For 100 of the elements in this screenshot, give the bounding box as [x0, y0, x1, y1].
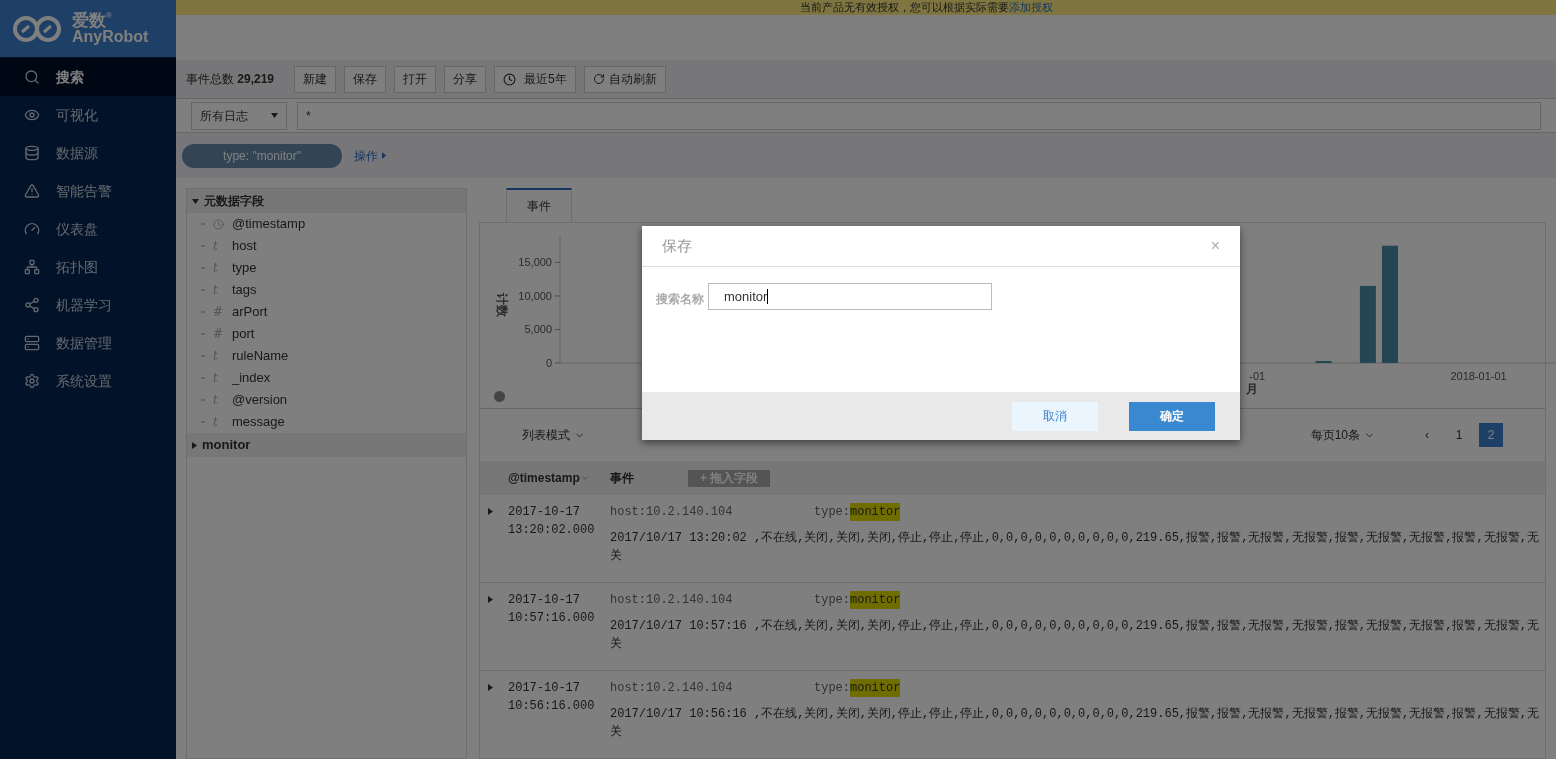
toolbar-button[interactable]: 打开 [394, 65, 437, 93]
clock-icon [213, 218, 224, 230]
field-item[interactable]: host [232, 236, 257, 256]
event-message-continued: 关 [610, 636, 622, 653]
collapse-icon [494, 391, 505, 402]
field-item[interactable]: message [232, 412, 285, 432]
expand-arrow-icon [192, 441, 197, 449]
confirm-button[interactable]: 确定 [1129, 401, 1215, 431]
registered-mark: ® [106, 12, 112, 20]
field-item[interactable]: @version [232, 390, 288, 410]
nav-item[interactable]: 可视化 [0, 96, 176, 134]
event-message-continued: 关 [610, 724, 622, 741]
nav-item[interactable]: 数据管理 [0, 324, 176, 362]
per-page-dropdown[interactable]: 每页10条 [1310, 426, 1375, 444]
nav-item[interactable]: 搜索 [0, 58, 176, 96]
search-name-field[interactable]: monitor [708, 283, 992, 310]
logo-subtitle: AnyRobot [72, 29, 149, 45]
y-tick-label: 5,000 [524, 323, 552, 336]
nav-item[interactable]: 拓扑图 [0, 248, 176, 286]
server-icon [24, 335, 40, 351]
toolbar-button[interactable]: 新建 [294, 65, 337, 93]
dialog-title: 保存 [662, 235, 692, 256]
expand-row-icon [488, 508, 493, 515]
view-mode-dropdown[interactable]: 列表模式 [522, 426, 585, 444]
group-label: 元数据字段 [204, 193, 264, 210]
database-icon [24, 145, 40, 161]
field-item[interactable]: @timestamp [232, 214, 306, 234]
event-message: 2017/10/17 10:57:16 ,不在线,关闭,关闭,关闭,停止,停止,停止,0,0,0,0,0,0,0,0,0,0,219.65,报警,报警,无报警,无报警,报警,无报警,无报警,报警,无报警,无 [610, 618, 1540, 635]
timestamp-date: 2017-10-17 [508, 592, 581, 609]
y-tick-label: 0 [545, 357, 552, 369]
toolbar-button[interactable]: 自动刷新 [583, 65, 666, 93]
collapse-arrow-icon [192, 198, 199, 204]
actions-link[interactable]: 操作 [354, 146, 386, 165]
logo-name: 爱数 [72, 12, 106, 29]
field-item[interactable]: type [232, 258, 257, 278]
column-header[interactable]: @timestamp [508, 469, 602, 487]
eye-icon [24, 107, 40, 123]
page-button[interactable]: 2 [1479, 423, 1503, 447]
event-message: 2017/10/17 13:20:02 ,不在线,关闭,关闭,关闭,停止,停止,停止,0,0,0,0,0,0,0,0,0,0,219.65,报警,报警,无报警,无报警,报警,无报警,无报警,报警,无报警,无 [610, 530, 1540, 547]
expand-row-icon [488, 684, 493, 691]
nav-item[interactable]: 机器学习 [0, 286, 176, 324]
share-icon [24, 297, 40, 313]
tab[interactable]: 事件 [506, 188, 572, 222]
clock-icon [503, 72, 517, 86]
nav-item[interactable]: 智能告警 [0, 172, 176, 210]
expand-row-icon [488, 596, 493, 603]
nav-item[interactable]: 数据源 [0, 134, 176, 172]
field-item[interactable]: _index [232, 368, 271, 388]
caret-icon [382, 152, 386, 159]
x-axis-label: 月 [1246, 382, 1258, 396]
warning-icon [24, 183, 40, 199]
field-item[interactable]: ruleName [232, 346, 289, 366]
timestamp-date: 2017-10-17 [508, 680, 581, 697]
timestamp-time: 13:20:02.000 [508, 522, 596, 539]
refresh-icon [592, 73, 605, 85]
sort-icon [579, 473, 590, 483]
banner-text: 当前产品无有效授权，您可以根据实际需要 [799, 1, 1009, 13]
event-message-continued: 关 [610, 548, 622, 565]
field-item[interactable]: port [232, 324, 255, 344]
host-value: host:10.2.140.104 [610, 504, 734, 521]
host-value: host:10.2.140.104 [610, 680, 734, 697]
sitemap-icon [24, 259, 40, 275]
y-tick-label: 10,000 [518, 289, 552, 302]
field-group[interactable]: monitor [187, 433, 466, 457]
type-key: type: [814, 503, 850, 521]
field-item[interactable]: tags [232, 280, 257, 300]
nav-item[interactable]: 系统设置 [0, 362, 176, 400]
toolbar-button[interactable]: 保存 [344, 65, 387, 93]
toolbar-button[interactable]: 最近5年 [494, 65, 576, 93]
cancel-button[interactable]: 取消 [1012, 401, 1098, 431]
x-tick-label: 2018-01-01 [1450, 370, 1507, 382]
type-highlight: monitor [850, 591, 901, 609]
page-button[interactable]: ‹ [1415, 423, 1439, 447]
timestamp-time: 10:57:16.000 [508, 610, 596, 627]
source-select[interactable]: 所有日志 [191, 101, 287, 130]
field-type-mark: # [213, 304, 224, 321]
close-button[interactable]: × [1210, 234, 1220, 258]
column-header[interactable]: 事件 [610, 469, 680, 487]
timestamp-time: 10:56:16.000 [508, 698, 596, 715]
caret-icon [271, 113, 278, 118]
field-label: 搜索名称 [656, 291, 704, 308]
type-highlight: monitor [850, 503, 901, 521]
gauge-icon [24, 221, 40, 237]
field-type-mark: # [213, 326, 224, 343]
type-key: type: [814, 591, 850, 609]
type-key: type: [814, 679, 850, 697]
event-count: 事件总数 29,219 [186, 71, 275, 88]
settings-icon [24, 373, 40, 389]
add-license-link[interactable]: 添加授权 [1008, 1, 1053, 13]
query-field[interactable]: * [297, 101, 1541, 130]
field-group[interactable]: 元数据字段 [187, 189, 466, 213]
search-icon [24, 69, 40, 85]
filter-chip[interactable]: type: "monitor" [182, 143, 342, 168]
host-value: host:10.2.140.104 [610, 592, 734, 609]
y-axis-label: 计数 [495, 293, 509, 317]
toolbar-button[interactable]: 分享 [444, 65, 487, 93]
field-item[interactable]: arPort [232, 302, 268, 322]
y-tick-label: 15,000 [518, 256, 552, 269]
page-button[interactable]: 1 [1447, 423, 1471, 447]
nav-item[interactable]: 仪表盘 [0, 210, 176, 248]
